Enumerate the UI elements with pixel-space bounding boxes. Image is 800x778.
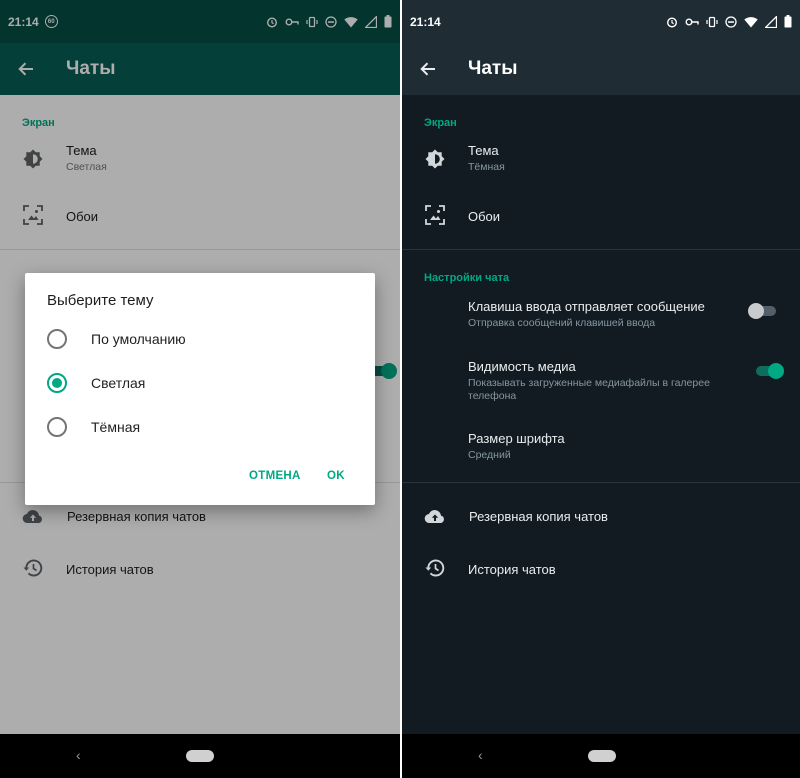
- signal-icon: [765, 15, 777, 28]
- dnd-icon: [725, 15, 737, 28]
- setting-theme-value: Тёмная: [468, 161, 505, 173]
- setting-font-size[interactable]: Размер шрифта Средний: [402, 431, 800, 467]
- enter-send-toggle[interactable]: [748, 303, 778, 319]
- theme-option-default[interactable]: По умолчанию: [47, 327, 186, 351]
- theme-option-light[interactable]: Светлая: [47, 371, 145, 395]
- section-title-screen: Экран: [424, 117, 457, 129]
- brightness-icon: [425, 149, 445, 169]
- radio-button[interactable]: [47, 417, 67, 437]
- setting-enter-send-subtitle: Отправка сообщений клавишей ввода: [468, 317, 656, 329]
- dialog-title: Выберите тему: [47, 292, 154, 309]
- section-divider: [402, 249, 800, 250]
- setting-theme[interactable]: Тема Тёмная: [402, 143, 800, 183]
- cancel-button[interactable]: ОТМЕНА: [249, 470, 301, 482]
- setting-media-visibility-subtitle-2: телефона: [468, 390, 517, 402]
- theme-dialog: Выберите тему По умолчанию Светлая Тёмна…: [25, 273, 375, 505]
- nav-back-button[interactable]: ‹: [478, 747, 483, 763]
- section-title-chat-settings: Настройки чата: [424, 272, 510, 284]
- wifi-icon: [744, 16, 758, 27]
- setting-wallpaper[interactable]: Обои: [402, 203, 800, 233]
- setting-history[interactable]: История чатов: [402, 556, 800, 586]
- radio-button-checked[interactable]: [47, 373, 67, 393]
- option-label: Светлая: [91, 375, 146, 391]
- setting-media-visibility-subtitle: Показывать загруженные медиафайлы в гале…: [468, 377, 710, 389]
- setting-enter-send[interactable]: Клавиша ввода отправляет сообщение Отпра…: [402, 299, 800, 335]
- setting-wallpaper-title: Обои: [468, 209, 501, 224]
- nav-home-button[interactable]: [186, 750, 214, 762]
- setting-font-size-value: Средний: [468, 449, 511, 461]
- nav-bar: ‹: [402, 734, 800, 778]
- back-button[interactable]: [416, 57, 440, 81]
- status-bar: 21:14: [402, 0, 800, 43]
- section-divider: [402, 482, 800, 483]
- setting-backup-title: Резервная копия чатов: [469, 509, 608, 524]
- ok-button[interactable]: OK: [327, 470, 345, 482]
- radio-button[interactable]: [47, 329, 67, 349]
- status-icons: [666, 15, 792, 28]
- setting-history-title: История чатов: [468, 562, 556, 577]
- nav-back-button[interactable]: ‹: [76, 747, 81, 763]
- setting-media-visibility-title: Видимость медиа: [468, 359, 576, 374]
- vpn-key-icon: [685, 18, 699, 25]
- nav-home-button[interactable]: [588, 750, 616, 762]
- media-visibility-toggle[interactable]: [754, 363, 784, 379]
- vibrate-icon: [706, 16, 718, 27]
- settings-list: Экран Тема Тёмная Обои Настройки чата Кл…: [402, 95, 800, 734]
- page-title: Чаты: [468, 58, 518, 79]
- setting-theme-title: Тема: [468, 143, 499, 158]
- theme-option-dark[interactable]: Тёмная: [47, 415, 140, 439]
- nav-bar: ‹: [0, 734, 400, 778]
- wallpaper-icon: [425, 205, 445, 225]
- setting-backup[interactable]: Резервная копия чатов: [402, 503, 800, 533]
- setting-font-size-title: Размер шрифта: [468, 431, 565, 446]
- option-label: Тёмная: [91, 419, 141, 435]
- alarm-icon: [666, 16, 678, 28]
- status-time: 21:14: [410, 14, 441, 29]
- history-icon: [425, 559, 445, 577]
- dark-screen: 21:14 Чаты Экран Тема Тёмная Обои Настро…: [402, 0, 800, 778]
- battery-icon: [784, 15, 792, 28]
- back-arrow-icon: [420, 62, 435, 76]
- option-label: По умолчанию: [91, 331, 186, 347]
- setting-media-visibility[interactable]: Видимость медиа Показывать загруженные м…: [402, 359, 800, 403]
- app-bar: Чаты: [402, 43, 800, 95]
- light-screen: 21:14 60 Чаты Экран Тема Светлая Обои Ре…: [0, 0, 400, 778]
- cloud-upload-icon: [424, 510, 444, 524]
- setting-enter-send-title: Клавиша ввода отправляет сообщение: [468, 299, 705, 314]
